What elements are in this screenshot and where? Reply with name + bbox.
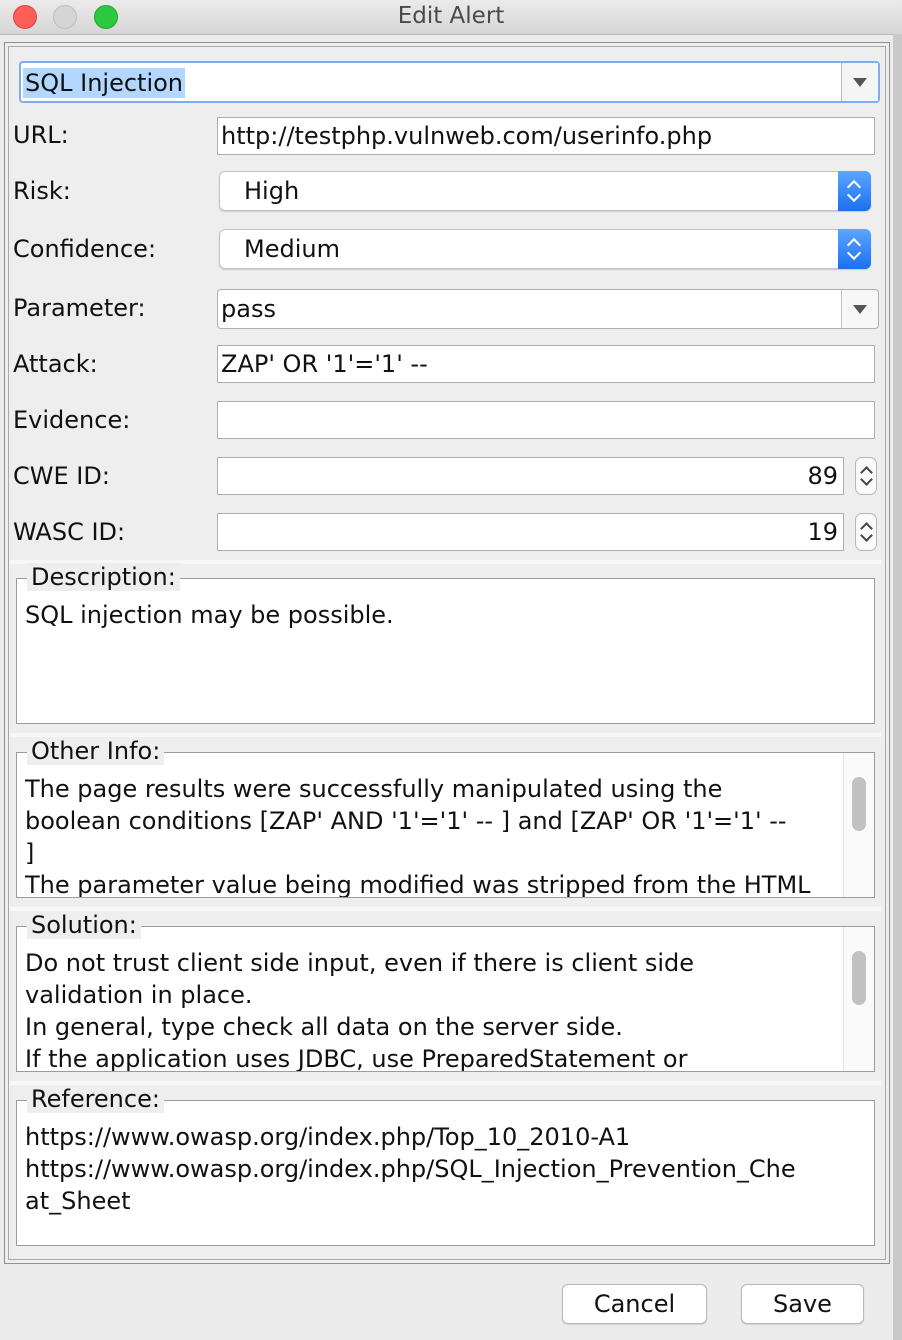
parameter-combo[interactable]: pass <box>217 289 879 329</box>
risk-value: High <box>244 177 300 205</box>
chevron-down-icon <box>853 78 867 87</box>
scroll-thumb[interactable] <box>852 777 866 831</box>
scroll-thumb[interactable] <box>852 951 866 1005</box>
solution-title: Solution: <box>27 911 141 939</box>
parameter-label: Parameter: <box>13 294 146 322</box>
evidence-field[interactable] <box>217 401 875 439</box>
alert-name-combo[interactable]: SQL Injection <box>19 61 880 103</box>
confidence-value: Medium <box>244 235 340 263</box>
solution-text[interactable]: Do not trust client side input, even if … <box>25 947 840 1071</box>
wasc-id-label: WASC ID: <box>13 518 126 546</box>
other-info-scrollbar[interactable] <box>843 753 874 897</box>
solution-panel: Solution: Do not trust client side input… <box>16 911 875 1072</box>
title-bar: Edit Alert <box>0 0 902 35</box>
description-panel: Description: SQL injection may be possib… <box>16 563 875 724</box>
url-field[interactable]: http://testphp.vulnweb.com/userinfo.php <box>217 117 875 155</box>
parameter-value[interactable]: pass <box>221 295 276 323</box>
up-down-arrows-icon <box>838 171 871 211</box>
other-info-title: Other Info: <box>27 737 165 765</box>
risk-select[interactable]: High <box>219 171 871 211</box>
description-text[interactable]: SQL injection may be possible. <box>25 599 840 631</box>
reference-text[interactable]: https://www.owasp.org/index.php/Top_10_2… <box>25 1121 840 1217</box>
description-title: Description: <box>27 563 180 591</box>
risk-label: Risk: <box>13 177 71 205</box>
other-info-panel: Other Info: The page results were succes… <box>16 737 875 898</box>
reference-title: Reference: <box>27 1085 164 1113</box>
reference-panel: Reference: https://www.owasp.org/index.p… <box>16 1085 875 1246</box>
save-button[interactable]: Save <box>741 1284 864 1324</box>
cwe-id-stepper[interactable] <box>855 457 877 495</box>
alert-name-dropdown-button[interactable] <box>841 63 878 101</box>
solution-scrollbar[interactable] <box>843 927 874 1071</box>
confidence-label: Confidence: <box>13 235 157 263</box>
cwe-id-label: CWE ID: <box>13 462 110 490</box>
wasc-id-field[interactable]: 19 <box>217 513 844 551</box>
attack-field[interactable]: ZAP' OR '1'='1' -- <box>217 345 875 383</box>
cwe-id-field[interactable]: 89 <box>217 457 844 495</box>
confidence-select[interactable]: Medium <box>219 229 871 269</box>
url-label: URL: <box>13 121 69 149</box>
wasc-id-stepper[interactable] <box>855 513 877 551</box>
evidence-label: Evidence: <box>13 406 131 434</box>
window-title: Edit Alert <box>397 3 505 29</box>
attack-label: Attack: <box>13 350 98 378</box>
alert-name-text[interactable]: SQL Injection <box>23 68 186 98</box>
up-down-arrows-icon <box>838 229 871 269</box>
background-window-edge <box>893 34 902 1340</box>
parameter-dropdown-button[interactable] <box>841 290 878 328</box>
chevron-down-icon <box>853 305 867 314</box>
other-info-text[interactable]: The page results were successfully manip… <box>25 773 840 897</box>
cancel-button[interactable]: Cancel <box>562 1284 707 1324</box>
